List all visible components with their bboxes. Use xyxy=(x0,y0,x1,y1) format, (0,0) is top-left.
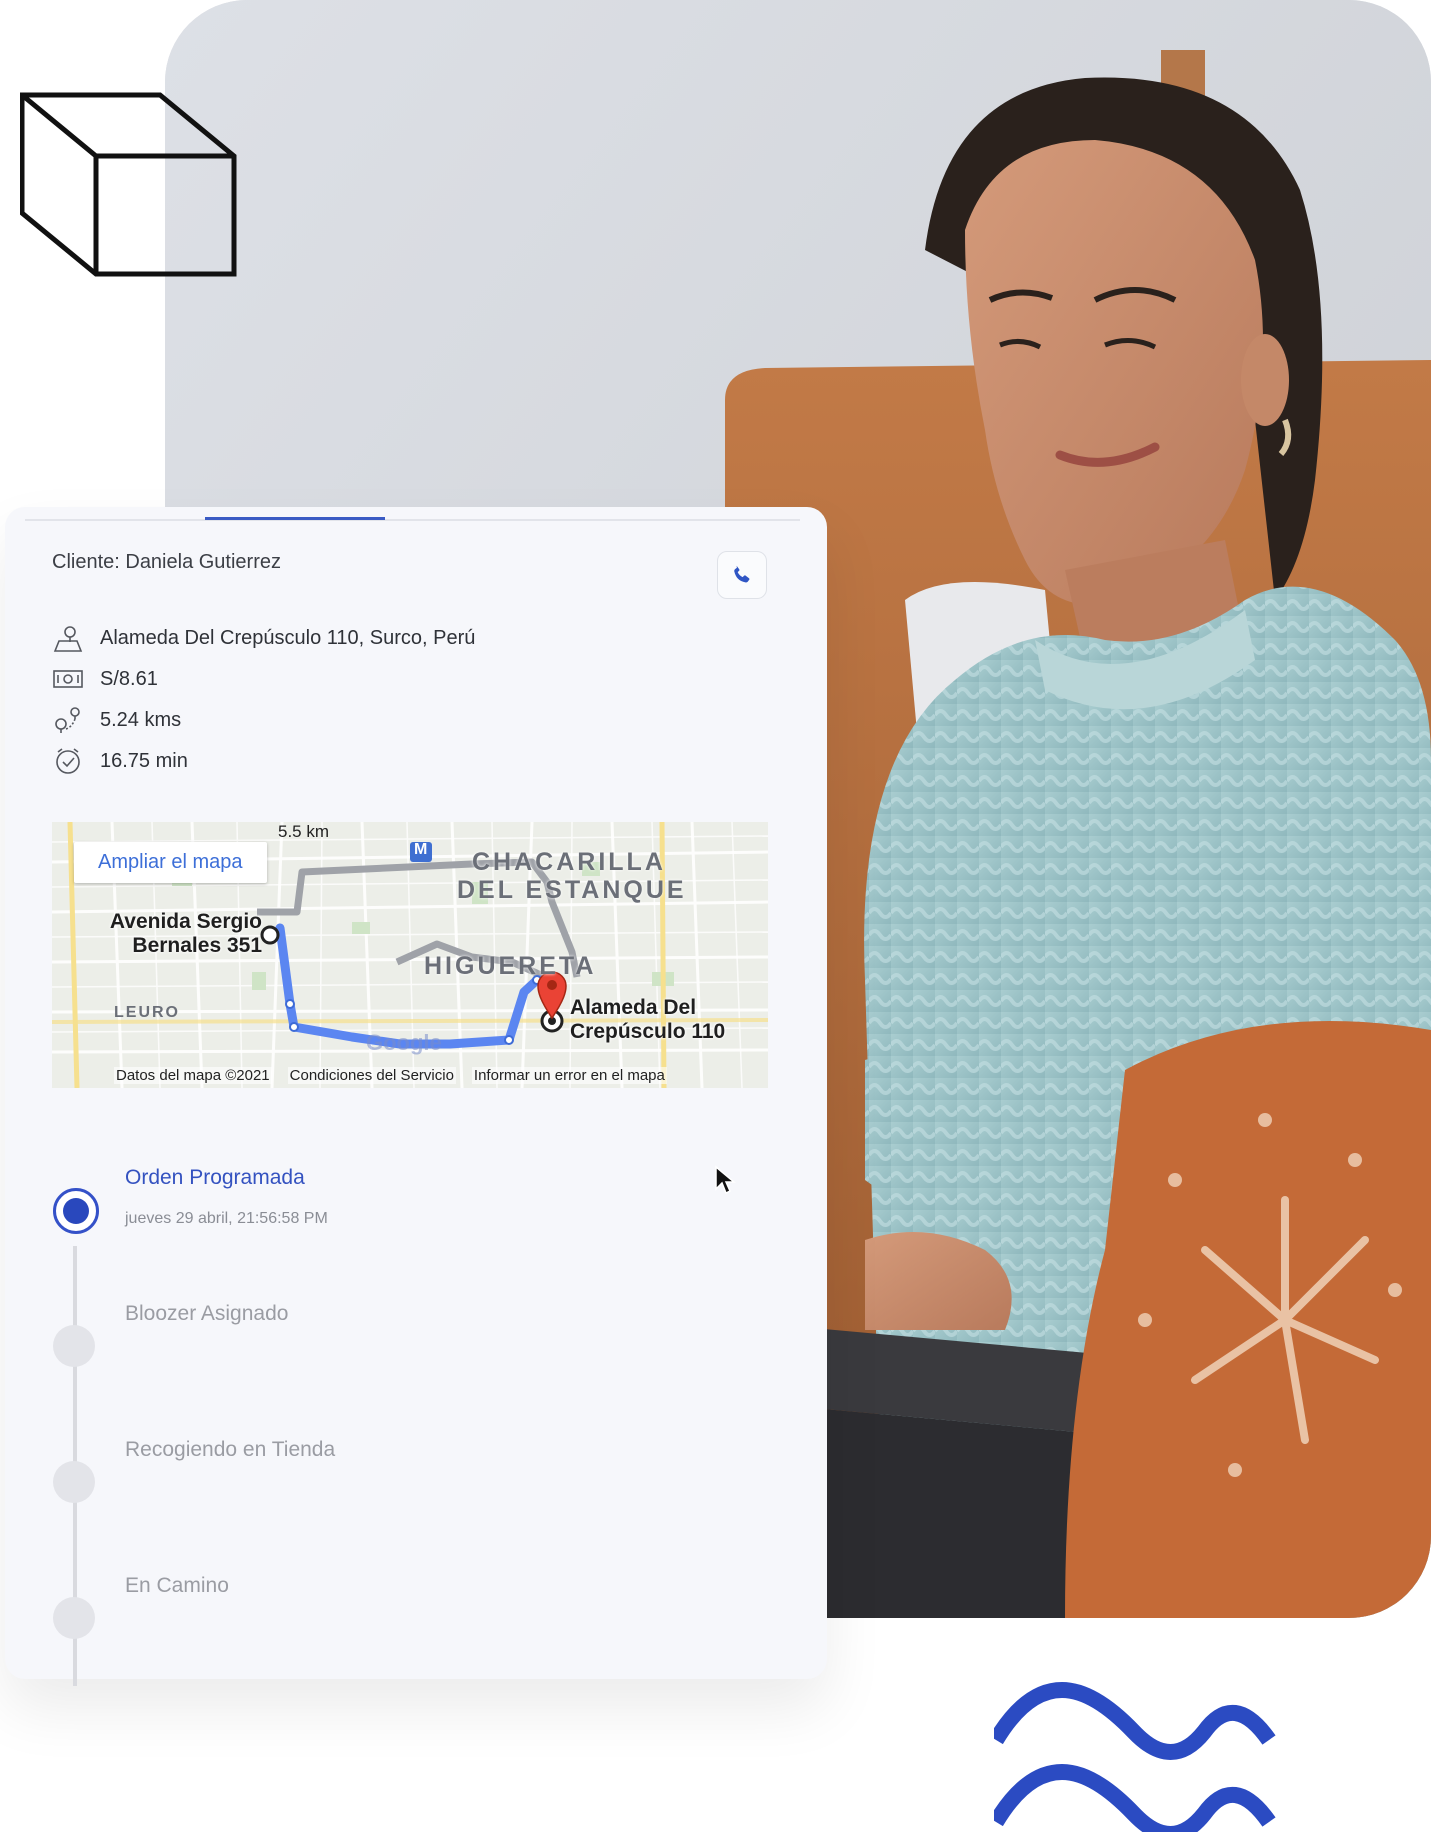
duration-text: 16.75 min xyxy=(100,749,188,772)
distance-row: 5.24 kms xyxy=(52,705,181,735)
timeline-step-1-date: jueves 29 abril, 21:56:58 PM xyxy=(125,1210,328,1227)
timeline-step-4-indicator xyxy=(53,1597,95,1639)
metro-icon: M xyxy=(414,841,428,858)
clock-check-icon xyxy=(52,746,84,776)
address-row: Alameda Del Crepúsculo 110, Surco, Perú xyxy=(52,623,475,653)
active-tab-indicator xyxy=(205,517,385,520)
map-data-credit: Datos del mapa ©2021 xyxy=(114,1066,272,1084)
google-logo: Google xyxy=(366,1030,442,1055)
timeline-step-2-indicator xyxy=(53,1325,95,1367)
timeline-step-3-indicator xyxy=(53,1461,95,1503)
client-name: Cliente: Daniela Gutierrez xyxy=(52,551,281,573)
area-label-higuereta: HIGUERETA xyxy=(424,952,597,980)
origin-label: Avenida Sergio Bernales 351 xyxy=(80,910,262,958)
order-detail-card: Cliente: Daniela Gutierrez Alameda Del C… xyxy=(5,507,827,1679)
destination-line-1: Alameda Del xyxy=(570,996,697,1019)
origin-line-2: Bernales 351 xyxy=(132,934,262,957)
area-label-chacarilla-2: DEL ESTANQUE xyxy=(457,876,687,904)
route-map[interactable]: Ampliar el mapa 5.5 km M CHACARILLA DEL … xyxy=(52,822,768,1088)
phone-icon xyxy=(734,565,750,583)
timeline-step-3-title: Recogiendo en Tienda xyxy=(125,1438,336,1461)
distance-text: 5.24 kms xyxy=(100,708,182,731)
area-label-chacarilla-1: CHACARILLA xyxy=(472,848,666,876)
route-pins-icon xyxy=(52,705,84,735)
map-report-link[interactable]: Informar un error en el mapa xyxy=(471,1066,667,1084)
origin-line-1: Avenida Sergio xyxy=(109,910,262,933)
timeline-step-1-title: Orden Programada xyxy=(125,1166,305,1189)
price-row: S/8.61 xyxy=(52,664,158,694)
map-footer: Datos del mapa ©2021 Condiciones del Ser… xyxy=(52,1062,768,1088)
map-pin-icon xyxy=(52,623,84,653)
mouse-cursor-icon xyxy=(715,1165,736,1195)
address-text: Alameda Del Crepúsculo 110, Surco, Perú xyxy=(100,626,476,649)
destination-label: Alameda Del Crepúsculo 110 xyxy=(570,996,725,1044)
expand-map-button[interactable]: Ampliar el mapa xyxy=(74,842,267,883)
waves-icon xyxy=(994,1681,1276,1832)
tab-divider xyxy=(25,519,800,521)
destination-line-2: Crepúsculo 110 xyxy=(570,1020,726,1043)
call-button[interactable] xyxy=(717,551,767,599)
map-terms-link[interactable]: Condiciones del Servicio xyxy=(287,1066,456,1084)
map-scale: 5.5 km xyxy=(278,822,330,841)
timeline-step-2-title: Bloozer Asignado xyxy=(125,1302,289,1325)
timeline-step-1-indicator xyxy=(53,1188,99,1234)
price-text: S/8.61 xyxy=(100,667,158,690)
timeline-step-4-title: En Camino xyxy=(125,1574,229,1597)
duration-row: 16.75 min xyxy=(52,746,188,776)
box-outline-icon xyxy=(20,92,237,277)
area-label-leuro: LEURO xyxy=(114,1004,180,1021)
money-icon xyxy=(52,664,84,694)
